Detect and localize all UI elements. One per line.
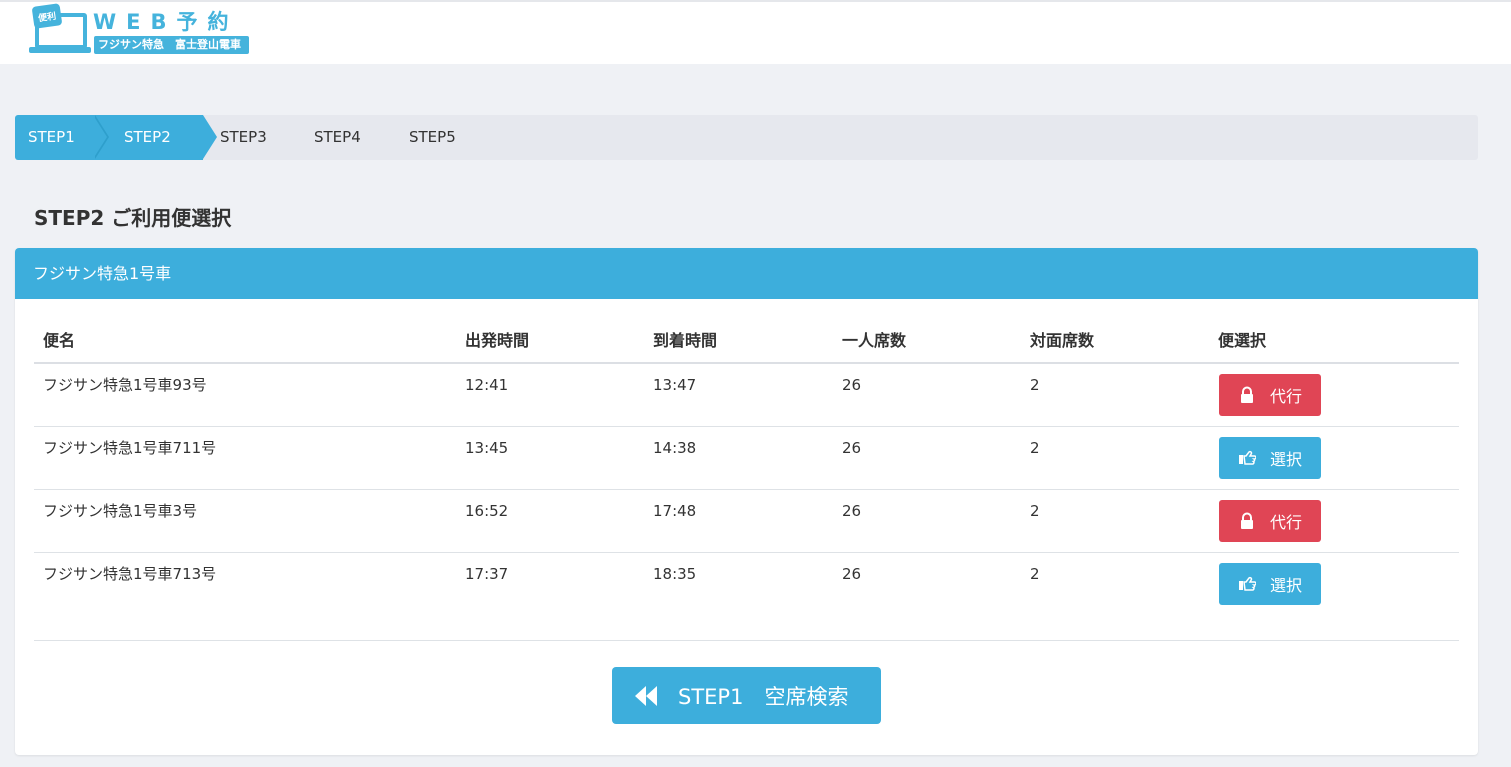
departure-time: 13:45 [465, 439, 509, 457]
select-button[interactable]: 選択 [1219, 563, 1321, 605]
column-single-seats: 一人席数 [842, 331, 907, 350]
proxy-button-label: 代行 [1269, 387, 1302, 406]
select-button[interactable]: 選択 [1219, 437, 1321, 479]
hand-pointer-icon [1238, 576, 1256, 591]
train-name: フジサン特急1号車713号 [43, 565, 217, 583]
step-5: STEP5 [409, 128, 456, 146]
step-progress: STEP1 STEP2 STEP3 STEP4 STEP5 [15, 115, 1478, 160]
train-name: フジサン特急1号車3号 [43, 502, 198, 520]
panel-divider [34, 640, 1459, 641]
select-button-label: 選択 [1269, 450, 1302, 469]
train-name: フジサン特急1号車93号 [43, 376, 207, 394]
departure-time: 17:37 [465, 565, 509, 583]
table-header: 便名 出発時間 到着時間 一人席数 対面席数 便選択 [34, 327, 1459, 364]
logo-title: WEB予約 [93, 10, 239, 34]
select-button-label: 選択 [1269, 576, 1302, 595]
facing-seats: 2 [1030, 376, 1040, 394]
hand-pointer-icon [1238, 450, 1256, 465]
table-row: フジサン特急1号車713号 17:37 18:35 26 2 選択 [34, 553, 1459, 616]
step-2: STEP2 [124, 128, 171, 146]
lock-icon [1240, 512, 1253, 529]
facing-seats: 2 [1030, 502, 1040, 520]
backward-icon [635, 685, 657, 706]
back-button-label: STEP1 空席検索 [678, 684, 849, 709]
column-facing-seats: 対面席数 [1030, 331, 1095, 350]
train-name: フジサン特急1号車711号 [43, 439, 217, 457]
facing-seats: 2 [1030, 565, 1040, 583]
step-1: STEP1 [28, 128, 75, 146]
table-row: フジサン特急1号車3号 16:52 17:48 26 2 代行 [34, 490, 1459, 553]
site-header: 便利 WEB予約 フジサン特急 富士登山電車 [0, 0, 1511, 64]
facing-seats: 2 [1030, 439, 1040, 457]
web-reservation-logo[interactable]: 便利 WEB予約 フジサン特急 富士登山電車 [29, 3, 249, 55]
column-arrival-time: 到着時間 [653, 331, 718, 350]
step-3: STEP3 [220, 128, 267, 146]
table-row: フジサン特急1号車93号 12:41 13:47 26 2 代行 [34, 364, 1459, 427]
logo-badge: 便利 [31, 3, 63, 29]
single-seats: 26 [842, 439, 862, 457]
arrival-time: 14:38 [653, 439, 697, 457]
step-divider-inner [93, 115, 107, 159]
table-row: フジサン特急1号車711号 13:45 14:38 26 2 選択 [34, 427, 1459, 490]
panel-title: フジサン特急1号車 [15, 248, 1478, 299]
column-train-select: 便選択 [1218, 331, 1267, 350]
column-departure-time: 出発時間 [465, 331, 530, 350]
arrival-time: 17:48 [653, 502, 697, 520]
column-train-name: 便名 [43, 331, 76, 350]
arrival-time: 13:47 [653, 376, 697, 394]
single-seats: 26 [842, 502, 862, 520]
single-seats: 26 [842, 565, 862, 583]
proxy-button-label: 代行 [1269, 513, 1302, 532]
laptop-stand-icon [29, 47, 91, 53]
arrival-time: 18:35 [653, 565, 697, 583]
page-title: STEP2 ご利用便選択 [34, 206, 232, 230]
proxy-button[interactable]: 代行 [1219, 500, 1321, 542]
logo-subtitle: フジサン特急 富士登山電車 [94, 36, 249, 54]
active-step-arrow [203, 115, 217, 159]
lock-icon [1240, 386, 1253, 403]
proxy-button[interactable]: 代行 [1219, 374, 1321, 416]
departure-time: 12:41 [465, 376, 509, 394]
back-to-step1-button[interactable]: STEP1 空席検索 [612, 667, 881, 724]
train-selection-panel: フジサン特急1号車 便名 出発時間 到着時間 一人席数 対面席数 便選択 フジサ… [15, 248, 1478, 755]
step-4: STEP4 [314, 128, 361, 146]
departure-time: 16:52 [465, 502, 509, 520]
single-seats: 26 [842, 376, 862, 394]
